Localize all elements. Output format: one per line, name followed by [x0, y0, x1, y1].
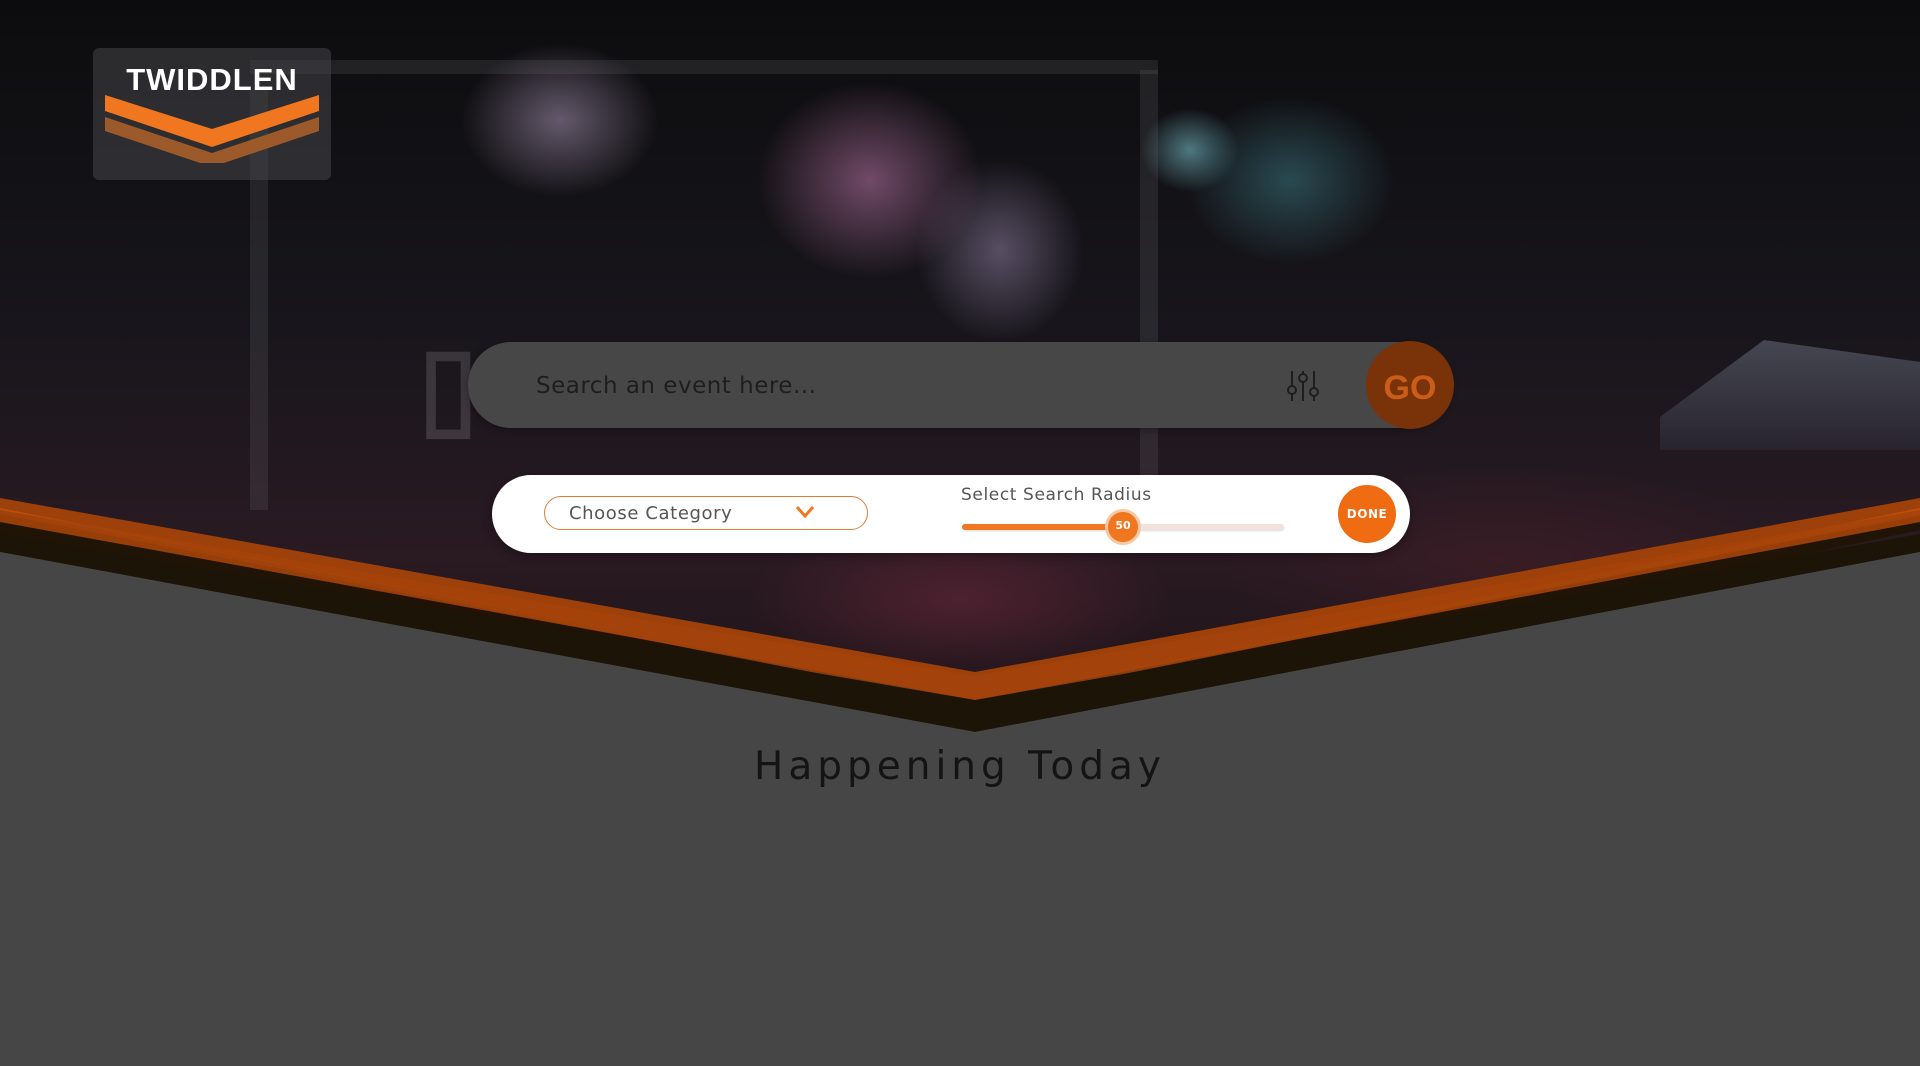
filter-panel: Choose Category Select Search Radius 50 …: [492, 475, 1410, 553]
done-button[interactable]: DONE: [1338, 485, 1396, 543]
radius-slider-thumb[interactable]: 50: [1105, 509, 1141, 545]
go-button[interactable]: GO: [1366, 341, 1454, 429]
chevron-down-icon: [795, 506, 815, 519]
logo[interactable]: TWIDDLEN: [93, 48, 331, 180]
radius-label: Select Search Radius: [961, 485, 1152, 505]
sliders-icon[interactable]: [1286, 368, 1320, 404]
radius-value: 50: [1115, 519, 1131, 532]
radius-slider[interactable]: 50: [962, 509, 1284, 545]
chevron-logo-icon: [105, 95, 319, 163]
page: TWIDDLEN ▯ GO Choose Category: [0, 0, 1920, 1066]
search-input[interactable]: [534, 360, 1218, 412]
category-label: Choose Category: [569, 503, 733, 524]
radius-slider-fill: [962, 524, 1123, 530]
search-bar: GO: [468, 341, 1454, 429]
section-title: Happening Today: [754, 744, 1166, 789]
category-dropdown[interactable]: Choose Category: [544, 496, 868, 530]
